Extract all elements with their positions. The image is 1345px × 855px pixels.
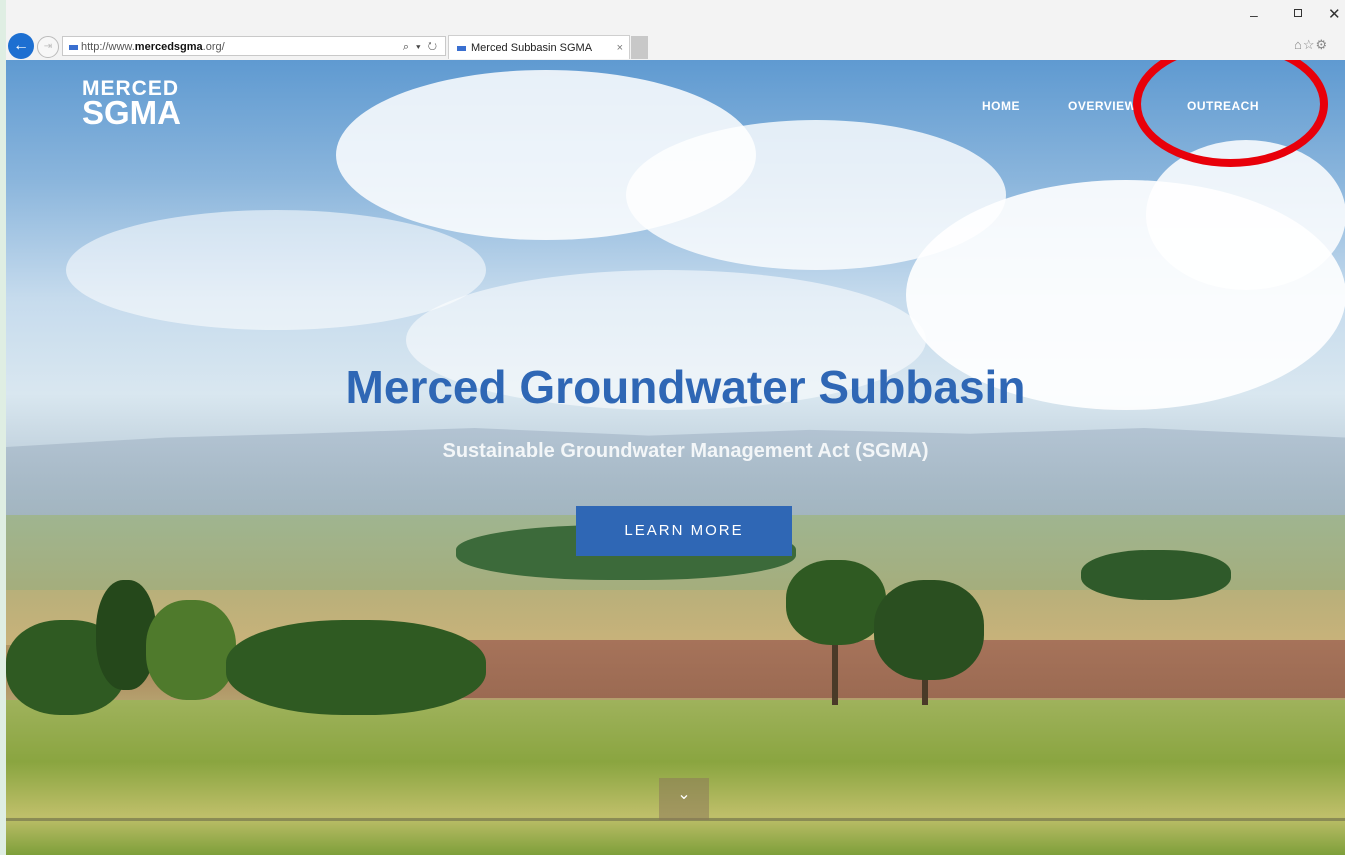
hero-section: MERCED SGMA HOME OVERVIEW OUTREACH Merce…: [6, 60, 1345, 855]
tab-title: Merced Subbasin SGMA: [471, 42, 593, 54]
forward-arrow-icon: ⇥: [43, 41, 53, 52]
browser-window: ← ⇥ http://www.mercedsgma.org/ ⌕ ▾ ↻ Mer…: [6, 0, 1345, 855]
window-close-icon[interactable]: ✕: [1328, 5, 1341, 23]
url-host: mercedsgma: [134, 41, 203, 53]
new-tab-button[interactable]: [631, 36, 648, 59]
chevron-down-icon: ⌄: [677, 786, 691, 803]
restore-icon[interactable]: [1294, 9, 1302, 17]
browser-chrome: ← ⇥ http://www.mercedsgma.org/ ⌕ ▾ ↻ Mer…: [6, 0, 1345, 61]
nav-home[interactable]: HOME: [982, 99, 1020, 113]
address-bar[interactable]: http://www.mercedsgma.org/ ⌕ ▾ ↻: [62, 36, 446, 56]
tree: [874, 580, 984, 680]
tab-close-icon[interactable]: ×: [617, 36, 623, 60]
back-arrow-icon: ←: [13, 37, 29, 54]
forward-button[interactable]: ⇥: [37, 36, 59, 58]
scroll-down-button[interactable]: ⌄: [659, 778, 709, 820]
tree: [226, 620, 486, 715]
back-button[interactable]: ←: [8, 33, 34, 59]
learn-more-button[interactable]: LEARN MORE: [576, 506, 792, 556]
home-favorites-settings-icon[interactable]: ⌂☆⚙: [1294, 37, 1328, 53]
logo-text-bottom: SGMA: [82, 94, 181, 131]
tab-favicon-icon: [457, 45, 466, 51]
site-favicon-icon: [69, 44, 78, 50]
url-suffix: .org/: [202, 41, 225, 53]
browser-tab[interactable]: Merced Subbasin SGMA ×: [448, 35, 630, 59]
cloud-decoration: [66, 210, 486, 330]
tree: [1081, 550, 1231, 600]
minimize-icon[interactable]: –: [1250, 7, 1258, 23]
hero-title: Merced Groundwater Subbasin: [345, 361, 1026, 413]
nav-overview[interactable]: OVERVIEW: [1068, 99, 1140, 113]
tree: [146, 600, 236, 700]
tree: [786, 560, 886, 645]
url-prefix: http://www.: [81, 41, 135, 53]
site-logo[interactable]: MERCED SGMA: [82, 78, 181, 129]
hero-subtitle: Sustainable Groundwater Management Act (…: [442, 440, 929, 462]
search-refresh-icon[interactable]: ⌕ ▾ ↻: [403, 37, 439, 57]
